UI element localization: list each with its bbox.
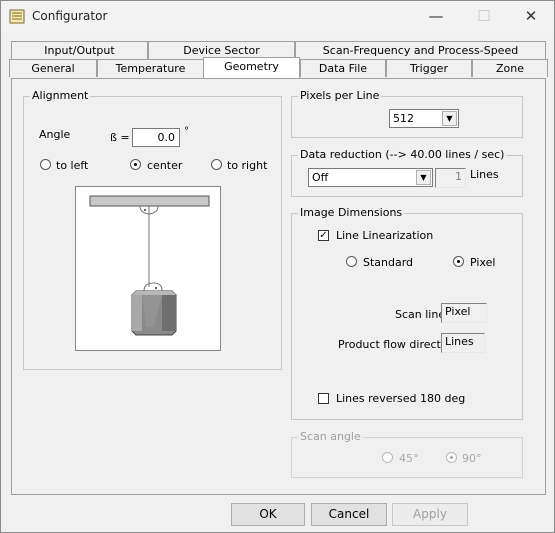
maximize-button[interactable]: ☐ [461,5,507,29]
standard-label: Standard [363,256,414,269]
lines-reversed-label: Lines reversed 180 deg [336,392,466,405]
alignment-legend: Alignment [30,89,91,102]
tab-label: Scan-Frequency and Process-Speed [322,44,519,57]
lines-label: Lines [470,168,499,181]
tab-label: Geometry [224,60,279,73]
lines-count-field: 1 [435,168,466,188]
tab-input-output[interactable]: Input/Output [11,41,148,59]
notepad-icon [9,9,25,24]
data-reduction-value: Off [312,171,329,184]
product-beam [89,195,210,207]
scan-angle-legend: Scan angle [298,430,363,443]
center-label: center [147,159,183,172]
apply-button[interactable]: Apply [392,503,468,526]
tab-geometry[interactable]: Geometry [203,57,300,78]
radio-pixel[interactable] [453,256,464,267]
maximize-icon: ☐ [477,7,491,25]
pixels-per-line-legend: Pixels per Line [298,89,382,102]
line-linearization-label: Line Linearization [336,229,434,242]
beta-label: ß = [110,131,130,144]
radio-to-right[interactable] [211,159,222,170]
pixels-per-line-value: 512 [393,112,414,125]
configurator-window: Configurator — ☐ ✕ Input/Output Device S… [0,0,555,533]
tab-label: Device Sector [183,44,260,57]
pixels-per-line-select[interactable]: 512 ▼ [389,109,459,128]
angle-90-label: 90° [462,452,482,465]
close-button[interactable]: ✕ [508,5,554,29]
tab-temperature[interactable]: Temperature [97,59,204,77]
tab-label: Data File [318,62,368,75]
scanner-device-icon [131,290,177,336]
angle-45-label: 45° [399,452,419,465]
product-flow-field: Lines [441,333,485,353]
image-dimensions-legend: Image Dimensions [298,206,405,219]
degree-label: ° [184,126,189,137]
lines-reversed-checkbox[interactable] [318,393,329,404]
tab-trigger[interactable]: Trigger [386,59,472,77]
tab-scan-frequency[interactable]: Scan-Frequency and Process-Speed [295,41,546,59]
minimize-button[interactable]: — [413,5,459,29]
minimize-icon: — [428,7,444,25]
geometry-preview [75,186,221,351]
close-icon: ✕ [524,7,538,25]
chevron-down-icon[interactable]: ▼ [416,170,431,185]
tab-zone[interactable]: Zone [472,59,548,77]
to-right-label: to right [227,159,268,172]
scanner-diagram [89,195,210,336]
radio-90[interactable] [446,452,457,463]
angle-label: Angle [39,128,71,141]
pixel-label: Pixel [470,256,496,269]
to-left-label: to left [56,159,89,172]
radio-45[interactable] [382,452,393,463]
product-flow-label: Product flow direction [338,338,458,351]
tab-label: General [31,62,75,75]
tab-general[interactable]: General [9,59,97,77]
cancel-button[interactable]: Cancel [311,503,387,526]
radio-center[interactable] [130,159,141,170]
tab-label: Zone [495,62,524,75]
tab-data-file[interactable]: Data File [300,59,386,77]
angle-input[interactable]: 0.0 [132,128,180,147]
title-bar[interactable]: Configurator — ☐ ✕ [1,1,554,32]
chevron-down-icon[interactable]: ▼ [442,111,457,126]
scan-line-field: Pixel [441,303,487,323]
ok-button[interactable]: OK [231,503,305,526]
scan-line-label: Scan line [395,308,446,321]
tab-label: Temperature [115,62,186,75]
radio-to-left[interactable] [40,159,51,170]
data-reduction-legend: Data reduction (--> 40.00 lines / sec) [298,148,507,161]
window-title: Configurator [32,9,108,23]
tab-label: Trigger [410,62,448,75]
radio-standard[interactable] [346,256,357,267]
data-reduction-select[interactable]: Off ▼ [308,168,433,187]
tab-label: Input/Output [44,44,115,57]
line-linearization-checkbox[interactable]: ✓ [318,230,329,241]
